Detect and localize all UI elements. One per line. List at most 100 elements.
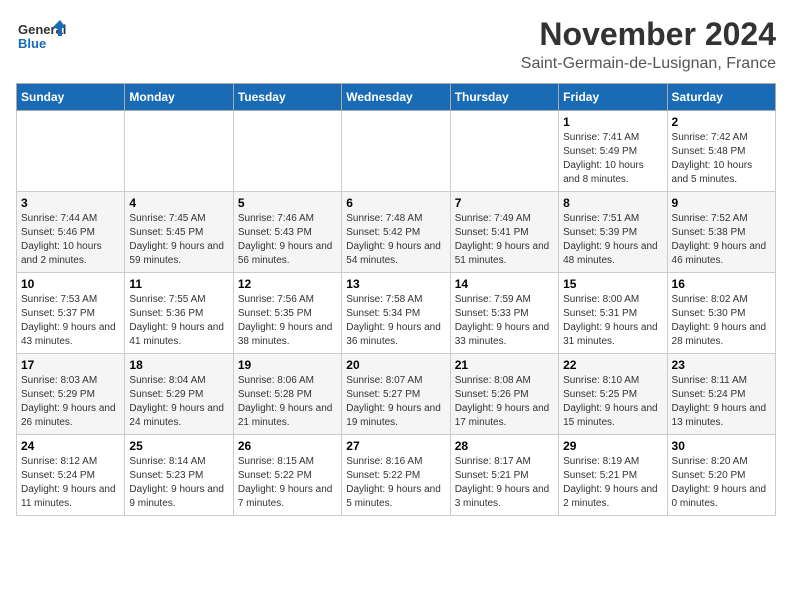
weekday-header-thursday: Thursday — [450, 84, 558, 111]
day-info: Sunrise: 8:06 AM Sunset: 5:28 PM Dayligh… — [238, 374, 337, 430]
day-info: Sunrise: 7:59 AM Sunset: 5:33 PM Dayligh… — [455, 293, 554, 349]
day-number: 16 — [672, 277, 771, 291]
day-number: 7 — [455, 196, 554, 210]
day-number: 2 — [672, 115, 771, 129]
calendar-table: SundayMondayTuesdayWednesdayThursdayFrid… — [16, 83, 776, 516]
calendar-week-row: 10 Sunrise: 7:53 AM Sunset: 5:37 PM Dayli… — [17, 273, 776, 354]
day-number: 22 — [563, 358, 662, 372]
day-info: Sunrise: 8:16 AM Sunset: 5:22 PM Dayligh… — [346, 455, 445, 511]
day-number: 18 — [129, 358, 228, 372]
calendar-week-row: 1 Sunrise: 7:41 AM Sunset: 5:49 PM Daylig… — [17, 111, 776, 192]
day-number: 3 — [21, 196, 120, 210]
calendar-cell: 24 Sunrise: 8:12 AM Sunset: 5:24 PM Dayli… — [17, 435, 125, 516]
weekday-header-row: SundayMondayTuesdayWednesdayThursdayFrid… — [17, 84, 776, 111]
day-number: 27 — [346, 439, 445, 453]
day-info: Sunrise: 8:03 AM Sunset: 5:29 PM Dayligh… — [21, 374, 120, 430]
calendar-cell: 13 Sunrise: 7:58 AM Sunset: 5:34 PM Dayli… — [342, 273, 450, 354]
day-info: Sunrise: 7:41 AM Sunset: 5:49 PM Dayligh… — [563, 131, 662, 187]
day-info: Sunrise: 8:11 AM Sunset: 5:24 PM Dayligh… — [672, 374, 771, 430]
calendar-cell: 25 Sunrise: 8:14 AM Sunset: 5:23 PM Dayli… — [125, 435, 233, 516]
day-number: 4 — [129, 196, 228, 210]
calendar-cell — [17, 111, 125, 192]
day-info: Sunrise: 8:19 AM Sunset: 5:21 PM Dayligh… — [563, 455, 662, 511]
location-title: Saint-Germain-de-Lusignan, France — [521, 55, 776, 73]
calendar-cell: 1 Sunrise: 7:41 AM Sunset: 5:49 PM Daylig… — [559, 111, 667, 192]
day-number: 25 — [129, 439, 228, 453]
calendar-cell: 27 Sunrise: 8:16 AM Sunset: 5:22 PM Dayli… — [342, 435, 450, 516]
calendar-cell: 3 Sunrise: 7:44 AM Sunset: 5:46 PM Daylig… — [17, 192, 125, 273]
calendar-cell: 21 Sunrise: 8:08 AM Sunset: 5:26 PM Dayli… — [450, 354, 558, 435]
day-info: Sunrise: 8:07 AM Sunset: 5:27 PM Dayligh… — [346, 374, 445, 430]
day-info: Sunrise: 8:14 AM Sunset: 5:23 PM Dayligh… — [129, 455, 228, 511]
day-number: 20 — [346, 358, 445, 372]
day-number: 1 — [563, 115, 662, 129]
calendar-cell — [342, 111, 450, 192]
calendar-cell — [450, 111, 558, 192]
day-number: 14 — [455, 277, 554, 291]
calendar-cell — [125, 111, 233, 192]
day-number: 30 — [672, 439, 771, 453]
page-header: General Blue November 2024 Saint-Germain… — [16, 16, 776, 73]
title-section: November 2024 Saint-Germain-de-Lusignan,… — [521, 16, 776, 73]
day-number: 5 — [238, 196, 337, 210]
weekday-header-wednesday: Wednesday — [342, 84, 450, 111]
calendar-cell: 10 Sunrise: 7:53 AM Sunset: 5:37 PM Dayli… — [17, 273, 125, 354]
day-number: 23 — [672, 358, 771, 372]
day-number: 8 — [563, 196, 662, 210]
calendar-cell: 28 Sunrise: 8:17 AM Sunset: 5:21 PM Dayli… — [450, 435, 558, 516]
weekday-header-monday: Monday — [125, 84, 233, 111]
calendar-cell: 12 Sunrise: 7:56 AM Sunset: 5:35 PM Dayli… — [233, 273, 341, 354]
calendar-cell: 20 Sunrise: 8:07 AM Sunset: 5:27 PM Dayli… — [342, 354, 450, 435]
day-number: 10 — [21, 277, 120, 291]
day-info: Sunrise: 7:49 AM Sunset: 5:41 PM Dayligh… — [455, 212, 554, 268]
day-info: Sunrise: 8:12 AM Sunset: 5:24 PM Dayligh… — [21, 455, 120, 511]
calendar-cell — [233, 111, 341, 192]
day-number: 15 — [563, 277, 662, 291]
day-number: 6 — [346, 196, 445, 210]
weekday-header-tuesday: Tuesday — [233, 84, 341, 111]
day-number: 24 — [21, 439, 120, 453]
calendar-cell: 4 Sunrise: 7:45 AM Sunset: 5:45 PM Daylig… — [125, 192, 233, 273]
day-number: 12 — [238, 277, 337, 291]
calendar-cell: 8Sunrise: 7:51 AM Sunset: 5:39 PM Daylig… — [559, 192, 667, 273]
day-number: 21 — [455, 358, 554, 372]
day-info: Sunrise: 7:45 AM Sunset: 5:45 PM Dayligh… — [129, 212, 228, 268]
calendar-cell: 7 Sunrise: 7:49 AM Sunset: 5:41 PM Daylig… — [450, 192, 558, 273]
day-info: Sunrise: 7:44 AM Sunset: 5:46 PM Dayligh… — [21, 212, 120, 268]
calendar-cell: 17 Sunrise: 8:03 AM Sunset: 5:29 PM Dayli… — [17, 354, 125, 435]
logo-icon: General Blue — [16, 16, 66, 66]
calendar-week-row: 24 Sunrise: 8:12 AM Sunset: 5:24 PM Dayli… — [17, 435, 776, 516]
day-number: 9 — [672, 196, 771, 210]
day-info: Sunrise: 7:55 AM Sunset: 5:36 PM Dayligh… — [129, 293, 228, 349]
calendar-cell: 18Sunrise: 8:04 AM Sunset: 5:29 PM Dayli… — [125, 354, 233, 435]
day-number: 28 — [455, 439, 554, 453]
calendar-cell: 30Sunrise: 8:20 AM Sunset: 5:20 PM Dayli… — [667, 435, 775, 516]
calendar-cell: 9Sunrise: 7:52 AM Sunset: 5:38 PM Daylig… — [667, 192, 775, 273]
day-info: Sunrise: 8:15 AM Sunset: 5:22 PM Dayligh… — [238, 455, 337, 511]
calendar-cell: 29 Sunrise: 8:19 AM Sunset: 5:21 PM Dayli… — [559, 435, 667, 516]
calendar-week-row: 17 Sunrise: 8:03 AM Sunset: 5:29 PM Dayli… — [17, 354, 776, 435]
day-info: Sunrise: 8:17 AM Sunset: 5:21 PM Dayligh… — [455, 455, 554, 511]
calendar-cell: 5 Sunrise: 7:46 AM Sunset: 5:43 PM Daylig… — [233, 192, 341, 273]
day-info: Sunrise: 7:46 AM Sunset: 5:43 PM Dayligh… — [238, 212, 337, 268]
day-info: Sunrise: 8:08 AM Sunset: 5:26 PM Dayligh… — [455, 374, 554, 430]
day-number: 11 — [129, 277, 228, 291]
day-number: 26 — [238, 439, 337, 453]
day-info: Sunrise: 8:02 AM Sunset: 5:30 PM Dayligh… — [672, 293, 771, 349]
weekday-header-saturday: Saturday — [667, 84, 775, 111]
day-number: 17 — [21, 358, 120, 372]
calendar-cell: 2 Sunrise: 7:42 AM Sunset: 5:48 PM Daylig… — [667, 111, 775, 192]
day-info: Sunrise: 8:00 AM Sunset: 5:31 PM Dayligh… — [563, 293, 662, 349]
day-info: Sunrise: 7:42 AM Sunset: 5:48 PM Dayligh… — [672, 131, 771, 187]
day-number: 29 — [563, 439, 662, 453]
day-number: 19 — [238, 358, 337, 372]
month-title: November 2024 — [521, 16, 776, 53]
day-info: Sunrise: 8:10 AM Sunset: 5:25 PM Dayligh… — [563, 374, 662, 430]
day-info: Sunrise: 7:58 AM Sunset: 5:34 PM Dayligh… — [346, 293, 445, 349]
calendar-cell: 22 Sunrise: 8:10 AM Sunset: 5:25 PM Dayli… — [559, 354, 667, 435]
calendar-cell: 23 Sunrise: 8:11 AM Sunset: 5:24 PM Dayli… — [667, 354, 775, 435]
day-number: 13 — [346, 277, 445, 291]
calendar-week-row: 3 Sunrise: 7:44 AM Sunset: 5:46 PM Daylig… — [17, 192, 776, 273]
day-info: Sunrise: 7:56 AM Sunset: 5:35 PM Dayligh… — [238, 293, 337, 349]
day-info: Sunrise: 7:53 AM Sunset: 5:37 PM Dayligh… — [21, 293, 120, 349]
